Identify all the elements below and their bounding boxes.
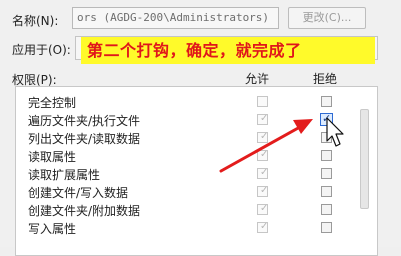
permission-name: 完全控制 — [28, 96, 77, 110]
permission-row-write-attributes: 写入属性 ✓ — [16, 218, 356, 236]
permissions-list: 完全控制 遍历文件夹/执行文件 ✓ ✓ 列出文件夹/读取数据 ✓ 读取属性 ✓ … — [15, 86, 378, 256]
permission-name: 列出文件夹/读取数据 — [28, 132, 141, 146]
change-button[interactable]: 更改(C)... — [288, 7, 366, 29]
deny-checkbox[interactable] — [321, 96, 332, 107]
allow-checkbox: ✓ — [257, 167, 269, 179]
checkmark-icon: ✓ — [260, 131, 269, 142]
permission-name: 写入属性 — [28, 222, 77, 236]
name-label: 名称(N): — [12, 13, 59, 28]
allow-checkbox: ✓ — [257, 221, 269, 233]
deny-checkbox[interactable] — [321, 168, 332, 179]
apply-to-label: 应用于(O): — [12, 43, 71, 57]
checkmark-icon: ✓ — [260, 203, 269, 214]
allow-checkbox — [257, 96, 268, 107]
permission-name: 读取扩展属性 — [28, 168, 101, 182]
allow-checkbox: ✓ — [257, 185, 269, 197]
permission-row-read-extended: 读取扩展属性 ✓ — [16, 164, 356, 182]
deny-checkbox[interactable] — [321, 204, 332, 215]
deny-checkbox[interactable] — [321, 222, 332, 233]
allow-checkbox: ✓ — [257, 149, 269, 161]
deny-checkbox[interactable] — [321, 186, 332, 197]
permission-row-read-attributes: 读取属性 ✓ — [16, 146, 356, 164]
permission-entry-dialog: 名称(N): ors (AGDG-200\Administrators) 更改(… — [0, 0, 401, 256]
instruction-banner: 第二个打钩，确定，就完成了 — [81, 37, 375, 64]
permission-row-list-folder: 列出文件夹/读取数据 ✓ — [16, 128, 356, 146]
allow-column-header: 允许 — [245, 72, 270, 86]
scrollbar-thumb[interactable] — [360, 109, 369, 209]
deny-checkbox[interactable]: ✓ — [320, 113, 333, 126]
allow-checkbox: ✓ — [257, 113, 269, 125]
permission-row-create-files: 创建文件/写入数据 ✓ — [16, 182, 356, 200]
deny-checkbox[interactable] — [321, 150, 332, 161]
deny-column-header: 拒绝 — [313, 72, 338, 86]
deny-checkbox[interactable] — [321, 132, 332, 143]
checkmark-icon: ✓ — [260, 149, 269, 160]
allow-checkbox: ✓ — [257, 131, 269, 143]
permission-name: 读取属性 — [28, 150, 77, 164]
permission-name: 遍历文件夹/执行文件 — [28, 114, 141, 128]
checkmark-icon: ✓ — [322, 112, 332, 125]
permission-row-create-folders: 创建文件夹/附加数据 ✓ — [16, 200, 356, 218]
checkmark-icon: ✓ — [260, 221, 269, 232]
checkmark-icon: ✓ — [260, 185, 269, 196]
allow-checkbox: ✓ — [257, 203, 269, 215]
checkmark-icon: ✓ — [260, 113, 269, 124]
principal-name-field: ors (AGDG-200\Administrators) — [72, 7, 279, 29]
permission-name: 创建文件/写入数据 — [28, 186, 129, 200]
permission-row-traverse: 遍历文件夹/执行文件 ✓ ✓ — [16, 110, 356, 128]
permission-row-full-control: 完全控制 — [16, 92, 356, 110]
checkmark-icon: ✓ — [260, 167, 269, 178]
permission-name: 创建文件夹/附加数据 — [28, 204, 141, 218]
